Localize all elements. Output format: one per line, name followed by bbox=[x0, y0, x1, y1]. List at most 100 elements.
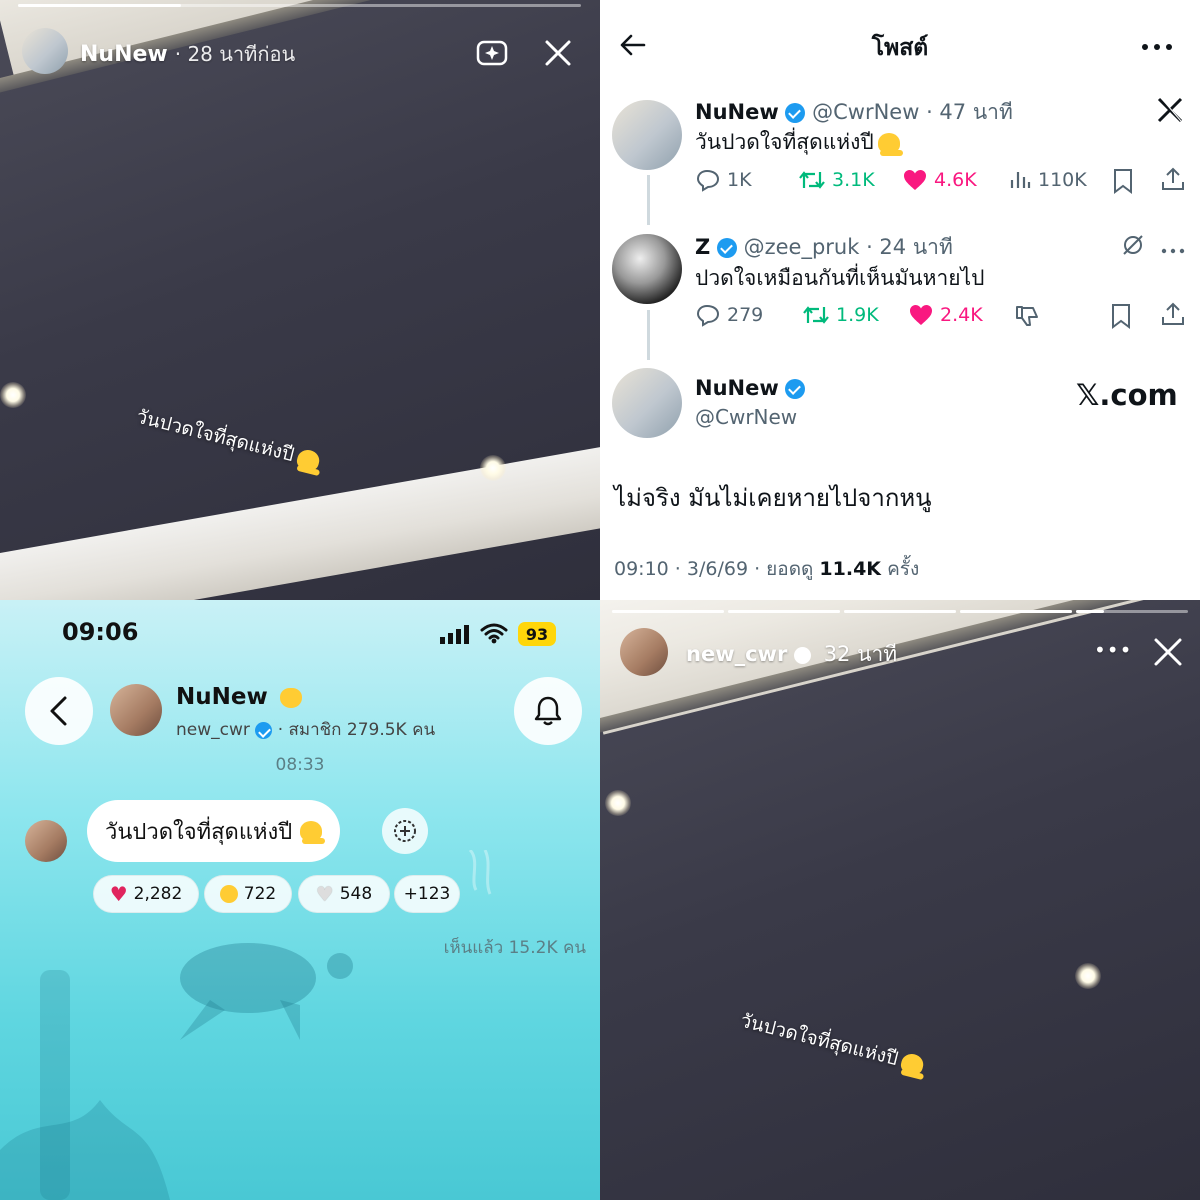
close-icon[interactable] bbox=[1152, 636, 1184, 668]
retweet-button[interactable]: 1.9K bbox=[802, 303, 879, 327]
channel-name[interactable]: NuNew bbox=[176, 684, 302, 710]
dislike-icon[interactable] bbox=[1014, 303, 1040, 329]
more-icon[interactable] bbox=[1140, 38, 1174, 50]
story-progress-segment bbox=[960, 610, 1072, 613]
tweet-meta-time: 09:10 · 3/6/69 · ยอดดู bbox=[614, 558, 820, 580]
views-icon bbox=[1010, 172, 1031, 188]
story-panel-nunew: NuNew · 28 นาทีก่อน วันปวดใจที่สุดแห่งปี bbox=[0, 0, 600, 600]
author-name[interactable]: Z bbox=[695, 235, 710, 259]
retweet-button[interactable]: 3.1K bbox=[798, 168, 875, 192]
channel-chat-panel: 09:06 93 NuNew new_cwr · สมาชิก 279.5K ค… bbox=[0, 600, 600, 1200]
author-handle: @CwrNew bbox=[695, 405, 798, 429]
story-header: NuNew · 28 นาทีก่อน bbox=[80, 38, 295, 70]
views-count: 110K bbox=[1038, 169, 1087, 191]
tweet-text: ไม่จริง มันไม่เคยหายไปจากหนู bbox=[614, 484, 932, 512]
story-progress-segment bbox=[728, 610, 840, 613]
more-icon[interactable] bbox=[1160, 240, 1186, 254]
turtle-head bbox=[327, 953, 353, 979]
thread-line bbox=[647, 175, 650, 225]
notification-button[interactable] bbox=[514, 677, 582, 745]
red-heart-icon: ♥ bbox=[109, 882, 128, 906]
verified-icon bbox=[794, 646, 811, 664]
ceiling-light bbox=[480, 455, 506, 481]
message-text: วันปวดใจที่สุดแห่งปี bbox=[105, 819, 293, 845]
avatar[interactable] bbox=[22, 28, 68, 74]
chevron-left-icon bbox=[50, 696, 67, 726]
reply-button[interactable]: 279 bbox=[695, 303, 763, 327]
like-button[interactable]: 4.6K bbox=[902, 168, 977, 192]
author-handle-time: @zee_pruk · 24 นาที bbox=[743, 235, 953, 259]
story-progress-segment bbox=[844, 610, 956, 613]
story-progress-segment bbox=[1076, 610, 1188, 613]
retweet-count: 1.9K bbox=[836, 304, 879, 326]
thread-line bbox=[647, 310, 650, 360]
add-reaction-icon bbox=[394, 820, 416, 842]
reaction-more-pill[interactable]: +123 bbox=[394, 875, 460, 913]
story-username[interactable]: new_cwr bbox=[686, 642, 787, 666]
like-count: 4.6K bbox=[934, 169, 977, 191]
tweet-text-content: วันปวดใจที่สุดแห่งปี bbox=[695, 130, 874, 154]
reaction-pill[interactable]: 722 bbox=[204, 875, 292, 913]
reply-count: 1K bbox=[727, 169, 752, 191]
bell-icon bbox=[534, 696, 562, 726]
story-progress-fill bbox=[728, 610, 840, 613]
share-icon[interactable] bbox=[1160, 301, 1186, 327]
ceiling-light bbox=[1075, 963, 1101, 989]
retweet-count: 3.1K bbox=[832, 169, 875, 191]
channel-name-text: NuNew bbox=[176, 684, 268, 710]
like-button[interactable]: 2.4K bbox=[908, 303, 983, 327]
like-count: 2.4K bbox=[940, 304, 983, 326]
close-icon[interactable] bbox=[543, 38, 573, 68]
verified-icon bbox=[255, 721, 273, 739]
story-progress-segment bbox=[612, 610, 724, 613]
signal-icon bbox=[438, 624, 472, 644]
status-time: 09:06 bbox=[62, 618, 139, 646]
tweet-text: วันปวดใจที่สุดแห่งปี bbox=[695, 126, 903, 159]
bookmark-icon[interactable] bbox=[1110, 303, 1132, 329]
ceiling-light bbox=[605, 790, 631, 816]
message-bubble[interactable]: วันปวดใจที่สุดแห่งปี bbox=[87, 800, 341, 862]
share-icon[interactable] bbox=[1160, 166, 1186, 192]
avatar[interactable] bbox=[620, 628, 668, 676]
author-name[interactable]: NuNew bbox=[695, 100, 779, 124]
bookmark-icon[interactable] bbox=[1112, 168, 1134, 194]
cat-face-icon bbox=[279, 687, 302, 708]
tweet-header: NuNew bbox=[695, 376, 806, 400]
channel-avatar[interactable] bbox=[110, 684, 162, 736]
avatar[interactable] bbox=[612, 368, 682, 438]
reaction-pill[interactable]: ♥ 548 bbox=[298, 875, 390, 913]
grok-icon[interactable] bbox=[1120, 232, 1146, 258]
page-title: โพสต์ bbox=[871, 35, 929, 61]
seaweed bbox=[0, 1100, 170, 1200]
jellyfish bbox=[468, 850, 492, 895]
story-progress-fill bbox=[844, 610, 956, 613]
verified-icon bbox=[716, 238, 737, 258]
reply-button[interactable]: 1K bbox=[695, 168, 752, 192]
retweet-icon bbox=[803, 306, 829, 324]
reply-icon bbox=[696, 304, 720, 327]
reaction-count: +123 bbox=[403, 884, 451, 904]
x-post-panel: โพสต์ NuNew @CwrNew · 47 นาที วันปวดใจที… bbox=[600, 0, 1200, 600]
story-progress-fill bbox=[960, 610, 1072, 613]
reply-count: 279 bbox=[727, 304, 764, 326]
heart-icon bbox=[904, 170, 926, 190]
ai-sparkle-icon[interactable] bbox=[474, 34, 510, 70]
views-button[interactable]: 110K bbox=[1008, 168, 1087, 192]
reply-icon bbox=[696, 169, 720, 192]
author-name[interactable]: NuNew bbox=[695, 376, 779, 400]
more-icon[interactable]: ••• bbox=[1094, 638, 1132, 662]
channel-handle: new_cwr bbox=[176, 720, 250, 740]
avatar[interactable] bbox=[612, 100, 682, 170]
sender-avatar[interactable] bbox=[25, 820, 67, 862]
battery-indicator: 93 bbox=[518, 622, 556, 646]
story-username[interactable]: NuNew bbox=[80, 42, 168, 67]
tweet-meta-views: 11.4K bbox=[819, 558, 882, 580]
tweet-meta: 09:10 · 3/6/69 · ยอดดู 11.4K ครั้ง bbox=[614, 554, 919, 584]
back-button[interactable] bbox=[25, 677, 93, 745]
white-heart-icon: ♥ bbox=[315, 882, 334, 906]
retweet-icon bbox=[799, 171, 825, 189]
avatar[interactable] bbox=[612, 234, 682, 304]
reaction-pill[interactable]: ♥ 2,282 bbox=[93, 875, 199, 913]
reaction-count: 722 bbox=[243, 884, 277, 904]
add-reaction-button[interactable] bbox=[382, 808, 428, 854]
